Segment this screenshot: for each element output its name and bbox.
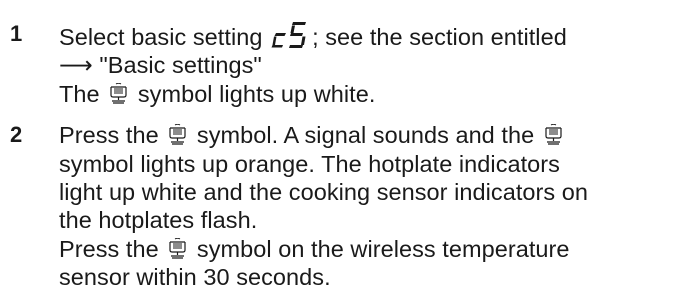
step-2-line-4: the hotplates flash. [59, 207, 258, 234]
instruction-steps: 1 Select basic setting ; see the section… [0, 0, 685, 290]
section-reference: "Basic settings" [99, 52, 262, 79]
seven-segment-display-icon [271, 22, 307, 48]
cooking-sensor-icon [168, 238, 187, 260]
cooking-sensor-icon [544, 124, 563, 146]
text-segment: symbol on the wireless temperature [196, 235, 570, 262]
text-segment: symbol lights up white. [137, 80, 376, 107]
text-segment: ; see the section entitled [312, 24, 567, 50]
step-1-line-1: Select basic setting ; see the section e… [59, 20, 685, 51]
step-2-line-2: symbol lights up orange. The hotplate in… [59, 150, 560, 177]
text-segment: The [59, 80, 100, 107]
step-1-line-2: ⟶ "Basic settings" [59, 51, 685, 79]
text-segment: Press the [59, 122, 159, 149]
cooking-sensor-icon [168, 124, 187, 146]
step-2: 2 Press the symbol. A signal sounds and … [0, 121, 685, 291]
step-2-line-6: sensor within 30 seconds. [59, 264, 331, 291]
step-number: 1 [10, 21, 23, 46]
step-2-line-5: Press the symbol on the wireless tempera… [59, 235, 685, 263]
step-1-line-3: The symbol lights up white. [59, 80, 685, 108]
arrow-icon: ⟶ [59, 52, 93, 79]
text-segment: symbol. A signal sounds and the [196, 122, 535, 149]
cooking-sensor-icon [109, 83, 128, 105]
text-segment: Press the [59, 235, 159, 262]
step-2-line-3: light up white and the cooking sensor in… [59, 179, 589, 206]
text-segment: Select basic setting [59, 24, 263, 50]
step-1: 1 Select basic setting ; see the section… [0, 20, 685, 108]
step-2-line-1: Press the symbol. A signal sounds and th… [59, 121, 685, 149]
step-number: 2 [10, 122, 23, 148]
